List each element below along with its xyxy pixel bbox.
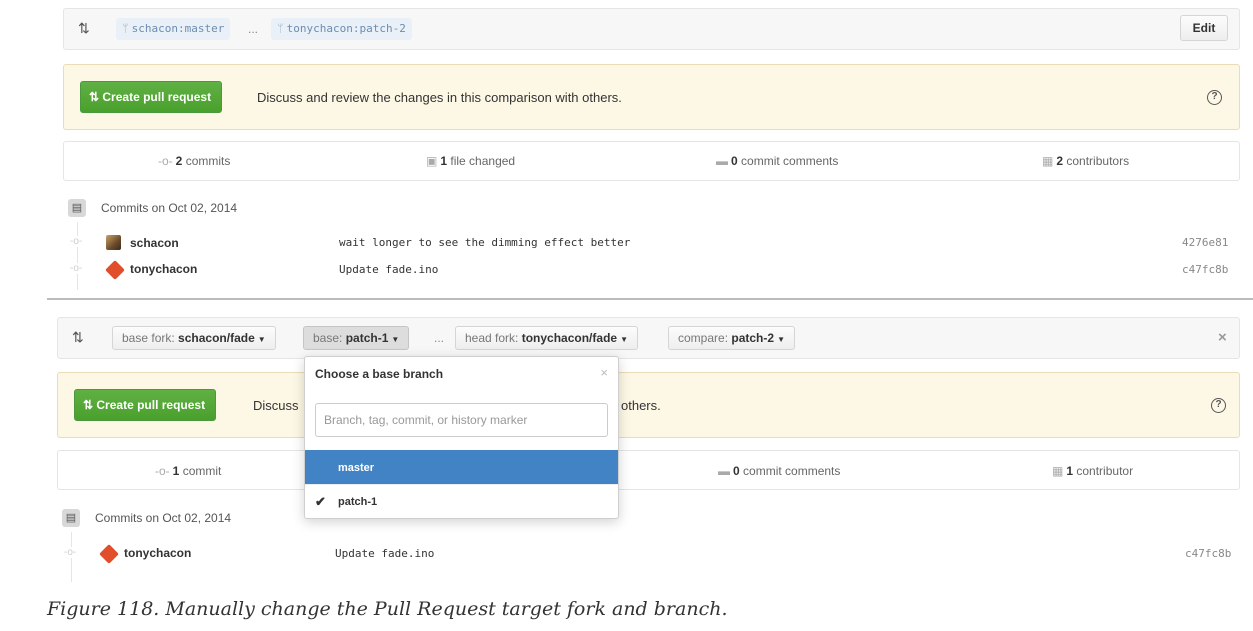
commit-author[interactable]: tonychacon (124, 546, 191, 560)
create-pull-request-button[interactable]: ⇅ Create pull request (74, 389, 217, 421)
caret-down-icon: ▼ (620, 335, 628, 344)
top-flash (63, 64, 1240, 130)
commit-node-icon: -o- (70, 263, 83, 274)
branch-item-label: master (338, 462, 375, 474)
edit-button[interactable]: Edit (1180, 15, 1228, 41)
commit-message[interactable]: Update fade.ino (335, 547, 434, 560)
branch-filter-input[interactable] (315, 403, 608, 437)
commit-node-icon: -o- (64, 547, 77, 558)
close-icon[interactable]: × (1218, 329, 1227, 346)
dropdown-item-patch-1[interactable]: ✔ patch-1 (305, 484, 618, 518)
calendar-icon: ▤ (62, 509, 80, 527)
pull-request-icon: ⇅ (78, 20, 90, 36)
pull-request-icon: ⇅ (89, 90, 103, 104)
branch-icon: ᛘ (277, 22, 284, 35)
caret-down-icon: ▼ (257, 335, 266, 344)
commit-sha[interactable]: c47fc8b (1182, 263, 1228, 276)
base-branch-dropdown: Choose a base branch × master ✔ patch-1 (304, 356, 619, 519)
stat-commits[interactable]: -o- 1 commit (155, 464, 221, 478)
commit-message[interactable]: Update fade.ino (339, 263, 438, 276)
calendar-icon: ▤ (68, 199, 86, 217)
comment-icon: ▬ (718, 464, 730, 478)
base-branch-chip[interactable]: ᛘ schacon:master (116, 18, 231, 40)
flash-message-end: others. (621, 398, 661, 413)
stat-contributors[interactable]: ▦ 2 contributors (1042, 154, 1129, 168)
stat-comments[interactable]: ▬ 0 commit comments (718, 464, 840, 478)
stat-comments[interactable]: ▬ 0 commit comments (716, 154, 838, 168)
organization-icon: ▦ (1042, 154, 1054, 168)
caret-down-icon: ▼ (391, 335, 400, 344)
git-avatar[interactable] (105, 260, 125, 280)
base-fork-select[interactable]: base fork: schacon/fade ▼ (112, 326, 276, 350)
commit-author[interactable]: tonychacon (130, 262, 197, 276)
branch-icon: ᛘ (122, 22, 129, 35)
compare-branch-select[interactable]: compare: patch-2 ▼ (668, 326, 795, 350)
help-icon[interactable]: ? (1207, 90, 1222, 105)
help-icon[interactable]: ? (1211, 398, 1226, 413)
flash-message-start: Discuss (253, 398, 299, 413)
panel-separator (47, 298, 1253, 300)
commit-message[interactable]: wait longer to see the dimming effect be… (339, 236, 630, 249)
pull-request-icon: ⇅ (83, 398, 97, 412)
create-pull-request-label: Create pull request (96, 398, 206, 412)
commit-sha[interactable]: c47fc8b (1185, 547, 1231, 560)
check-icon: ✔ (315, 494, 326, 509)
stat-commits[interactable]: -o- 2 commits (158, 154, 230, 168)
range-dots: ... (248, 22, 259, 36)
commit-timeline (77, 222, 78, 290)
head-branch-label: tonychacon:patch-2 (286, 22, 406, 35)
top-range-bar (63, 8, 1240, 50)
head-branch-chip[interactable]: ᛘ tonychacon:patch-2 (271, 18, 412, 40)
commit-sha[interactable]: 4276e81 (1182, 236, 1228, 249)
avatar[interactable] (106, 235, 121, 250)
branch-item-label: patch-1 (338, 496, 378, 508)
figure-caption: Figure 118. Manually change the Pull Req… (47, 598, 728, 620)
head-fork-select[interactable]: head fork: tonychacon/fade ▼ (455, 326, 638, 350)
base-branch-label: schacon:master (131, 22, 225, 35)
stat-files[interactable]: ▣ 1 file changed (426, 154, 515, 168)
commit-node-icon: -o- (70, 236, 83, 247)
commit-author[interactable]: schacon (130, 236, 179, 250)
dropdown-item-master[interactable]: master (305, 450, 618, 484)
pull-request-icon: ⇅ (72, 329, 84, 345)
dropdown-title: Choose a base branch (315, 367, 444, 381)
create-pull-request-button[interactable]: ⇅ Create pull request (80, 81, 223, 113)
commit-icon: -o- (158, 154, 173, 168)
stat-contributors[interactable]: ▦ 1 contributor (1052, 464, 1133, 478)
caret-down-icon: ▼ (777, 335, 785, 344)
organization-icon: ▦ (1052, 464, 1064, 478)
close-icon[interactable]: × (600, 365, 608, 380)
commit-icon: -o- (155, 464, 170, 478)
flash-message: Discuss and review the changes in this c… (257, 90, 622, 105)
comment-icon: ▬ (716, 154, 728, 168)
commits-heading: Commits on Oct 02, 2014 (95, 511, 232, 525)
range-dots: ... (434, 331, 445, 345)
git-avatar[interactable] (99, 544, 119, 564)
base-branch-select[interactable]: base: patch-1 ▼ (303, 326, 410, 350)
file-diff-icon: ▣ (426, 154, 438, 168)
commits-heading: Commits on Oct 02, 2014 (101, 201, 238, 215)
create-pull-request-label: Create pull request (102, 90, 212, 104)
